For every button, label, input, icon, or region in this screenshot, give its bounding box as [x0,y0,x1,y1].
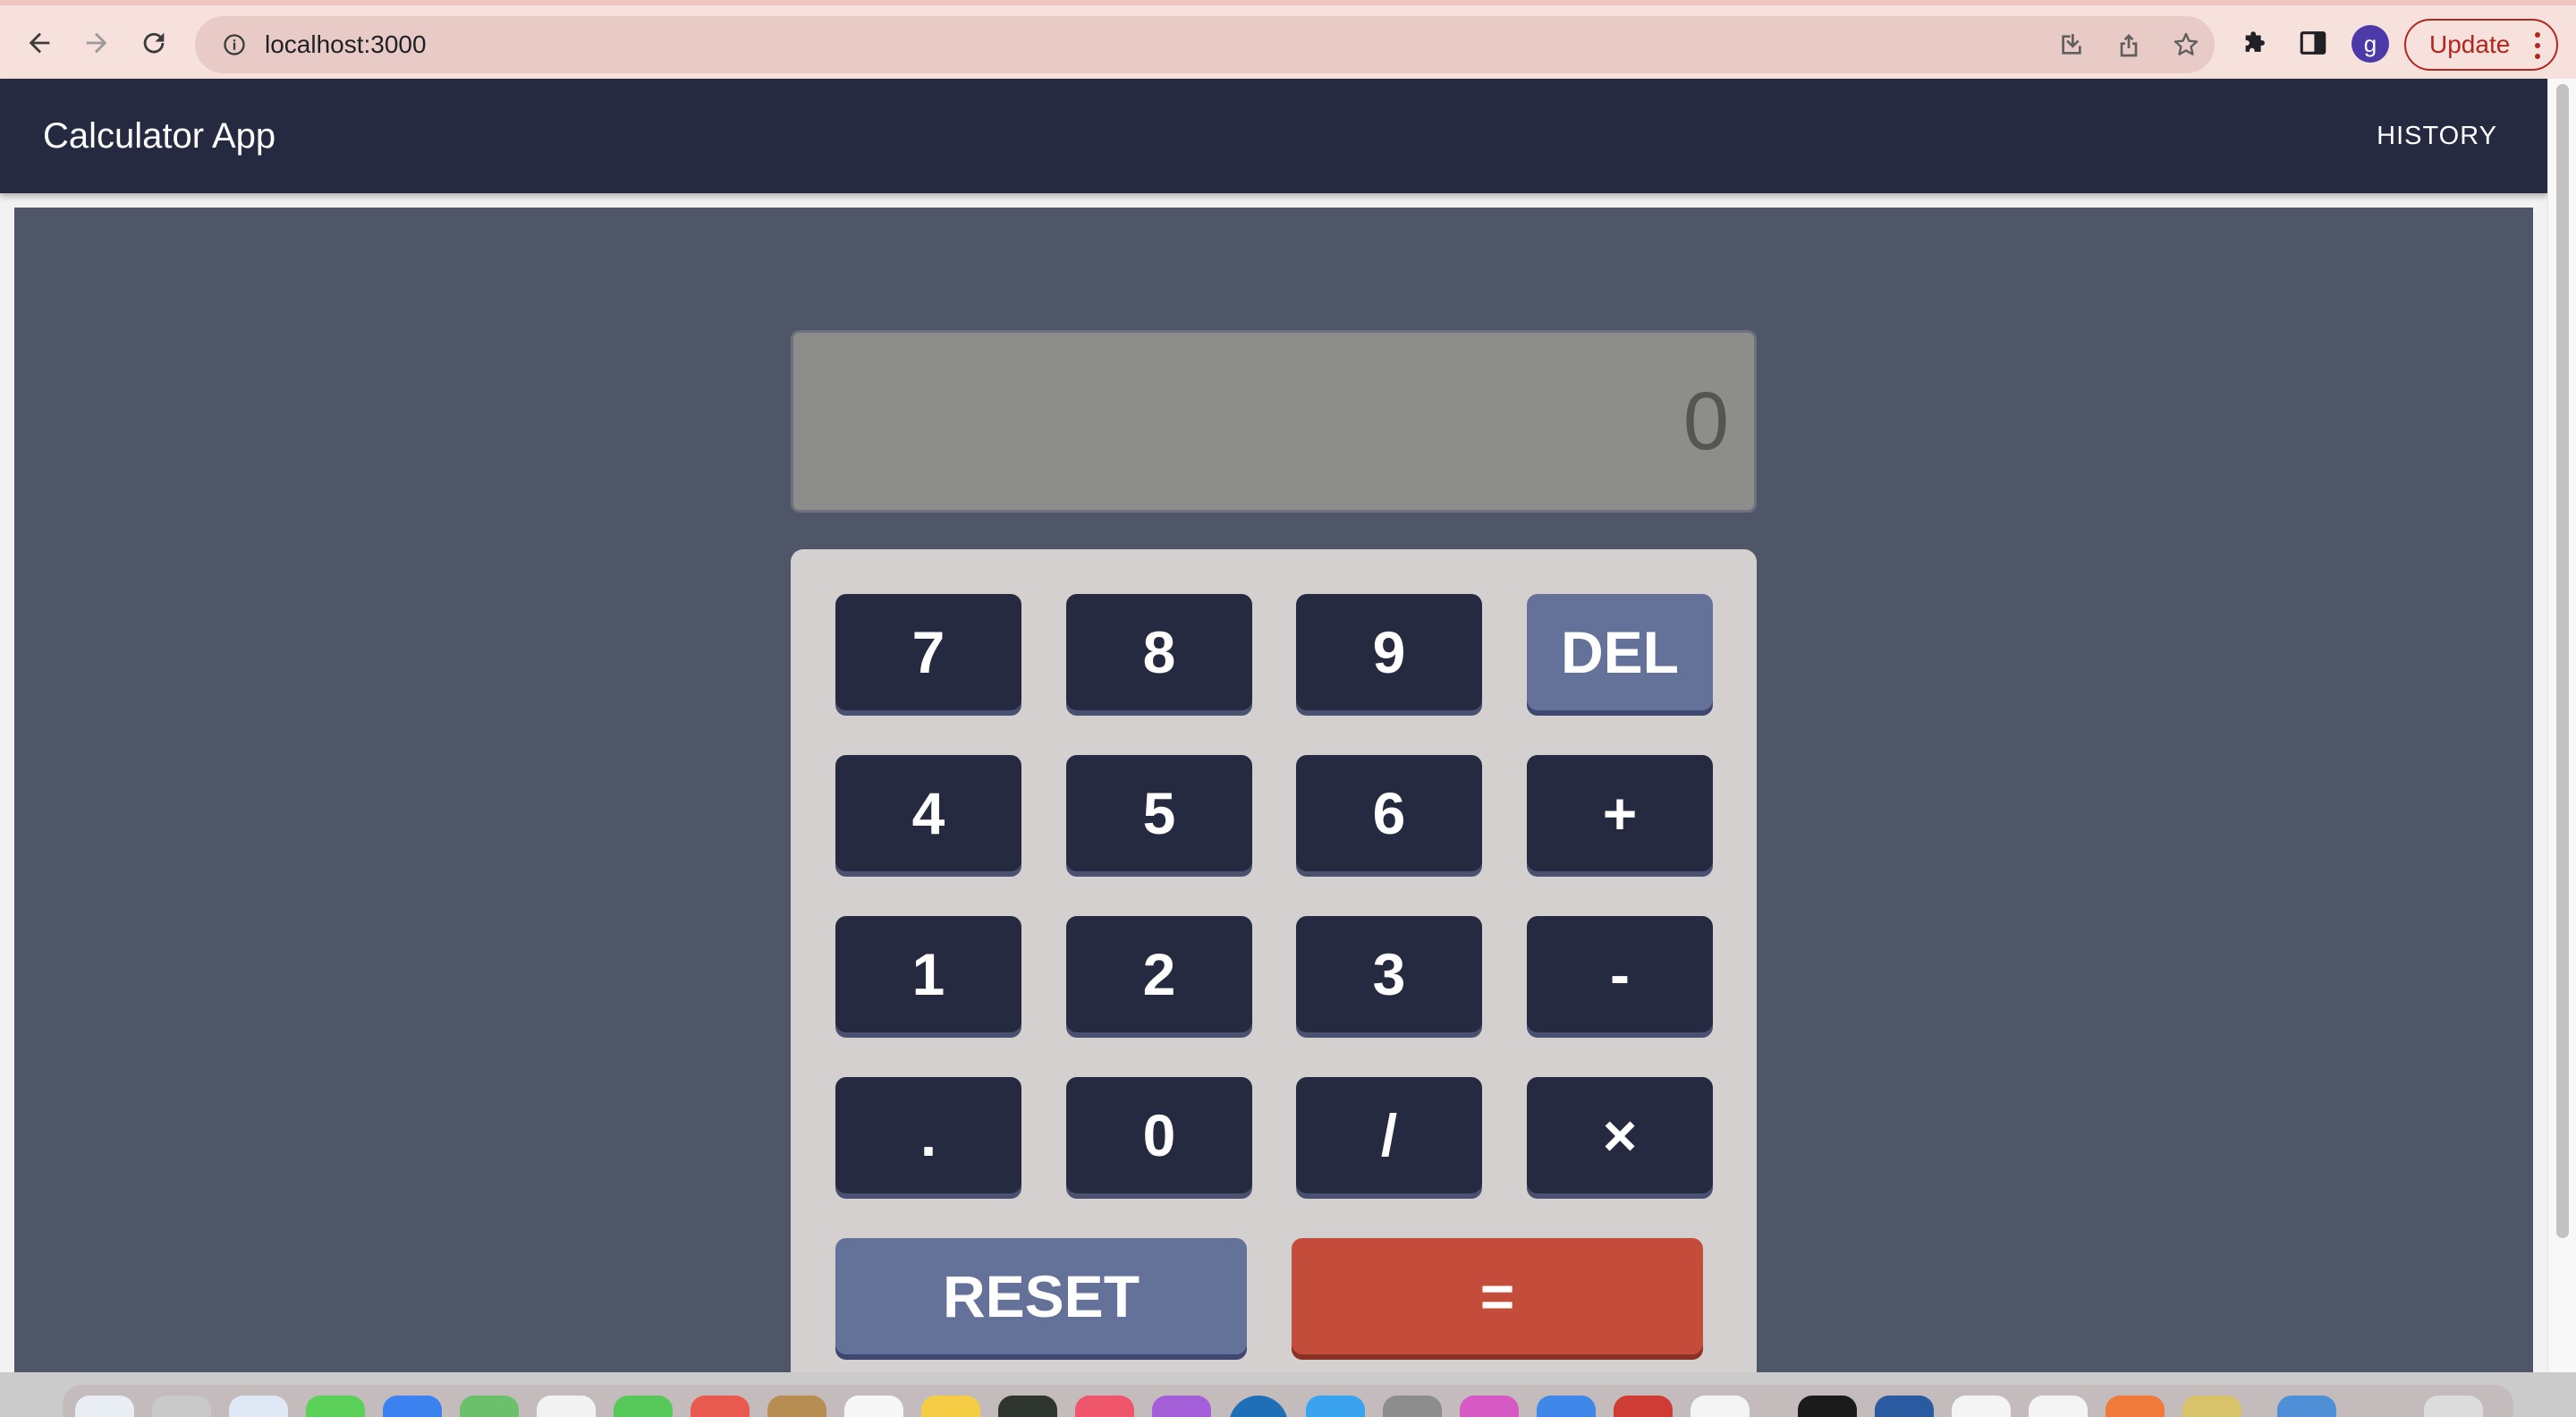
finder-icon[interactable] [75,1396,134,1417]
site-info-icon[interactable] [206,16,263,73]
dock [63,1385,2513,1417]
side-panel-icon[interactable] [2288,18,2338,68]
reset-button[interactable]: RESET [835,1238,1247,1354]
scrollbar-thumb[interactable] [2556,84,2569,1238]
music-icon[interactable] [1075,1396,1134,1417]
calendar-icon[interactable] [691,1396,750,1417]
keypad: 7 8 9 DEL 4 5 6 + 1 2 3 - . 0 / × RESET … [791,549,1757,1390]
browser-toolbar: localhost:3000 g Update [0,0,2576,79]
key-2[interactable]: 2 [1066,916,1252,1032]
dock-area [0,1372,2576,1417]
dock-app-icon[interactable] [1614,1396,1673,1417]
key-1[interactable]: 1 [835,916,1021,1032]
chrome-app-icon[interactable] [1229,1396,1288,1417]
share-icon[interactable] [2100,16,2157,73]
trash-icon[interactable] [2424,1396,2483,1417]
minus-button[interactable]: - [1527,916,1713,1032]
url-text[interactable]: localhost:3000 [265,30,427,59]
profile-avatar[interactable]: g [2351,25,2389,63]
key-0[interactable]: 0 [1066,1077,1252,1193]
key-7[interactable]: 7 [835,594,1021,710]
terminal-icon[interactable] [1798,1396,1857,1417]
extensions-puzzle-icon[interactable] [2231,18,2281,68]
forward-arrow-icon[interactable] [72,18,122,68]
contacts-icon[interactable] [767,1396,826,1417]
dock-app-icon[interactable] [2106,1396,2165,1417]
key-8[interactable]: 8 [1066,594,1252,710]
dock-app-icon[interactable] [1875,1396,1934,1417]
dock-app-icon[interactable] [1537,1396,1596,1417]
launchpad-icon[interactable] [152,1396,211,1417]
dock-app-icon[interactable] [2029,1396,2088,1417]
divide-button[interactable]: / [1296,1077,1482,1193]
photos-icon[interactable] [537,1396,596,1417]
key-4[interactable]: 4 [835,755,1021,871]
kebab-menu-icon[interactable] [2535,32,2540,59]
reminders-icon[interactable] [844,1396,903,1417]
podcasts-icon[interactable] [1152,1396,1211,1417]
delete-button[interactable]: DEL [1527,594,1713,710]
app-header: Calculator App HISTORY [0,79,2547,193]
maps-icon[interactable] [460,1396,519,1417]
update-label: Update [2429,30,2511,58]
mail-icon[interactable] [383,1396,442,1417]
facetime-icon[interactable] [614,1396,673,1417]
app-title: Calculator App [43,116,276,156]
app-store-icon[interactable] [1306,1396,1365,1417]
key-9[interactable]: 9 [1296,594,1482,710]
dock-app-icon[interactable] [2182,1396,2241,1417]
dock-app-icon[interactable] [1952,1396,2011,1417]
decimal-button[interactable]: . [835,1077,1021,1193]
key-6[interactable]: 6 [1296,755,1482,871]
bookmark-star-icon[interactable] [2157,16,2215,73]
dock-app-icon[interactable] [1460,1396,1519,1417]
back-arrow-icon[interactable] [14,18,64,68]
update-button[interactable]: Update [2404,19,2558,71]
messages-icon[interactable] [306,1396,365,1417]
tv-icon[interactable] [998,1396,1057,1417]
key-5[interactable]: 5 [1066,755,1252,871]
address-bar[interactable]: localhost:3000 [195,16,2215,73]
calculator-area: 0 7 8 9 DEL 4 5 6 + 1 2 3 - . 0 / × RESE… [14,208,2533,1390]
plus-button[interactable]: + [1527,755,1713,871]
safari-icon[interactable] [229,1396,288,1417]
install-app-icon[interactable] [2043,16,2100,73]
history-link[interactable]: HISTORY [2377,122,2497,151]
notes-icon[interactable] [921,1396,980,1417]
multiply-button[interactable]: × [1527,1077,1713,1193]
system-settings-icon[interactable] [1383,1396,1442,1417]
reload-icon[interactable] [129,18,179,68]
page-viewport: Calculator App HISTORY 0 7 8 9 DEL 4 5 6… [0,79,2576,1390]
display-value: 0 [1682,375,1729,467]
downloads-folder-icon[interactable] [2277,1396,2336,1417]
calculator-display: 0 [791,330,1757,513]
vertical-scrollbar[interactable] [2547,79,2576,1372]
key-3[interactable]: 3 [1296,916,1482,1032]
dock-app-icon[interactable] [1690,1396,1750,1417]
equals-button[interactable]: = [1292,1238,1703,1354]
